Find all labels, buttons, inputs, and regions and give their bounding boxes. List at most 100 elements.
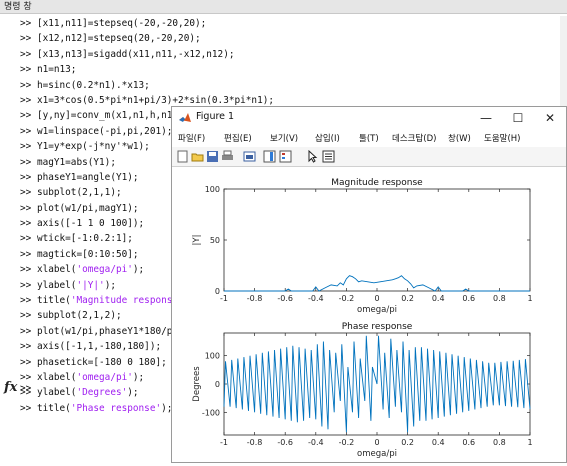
command-prompt-symbol: >>	[20, 125, 32, 137]
command-prompt-symbol: >>	[20, 402, 32, 414]
string-literal: 'omega/pi'	[76, 371, 133, 383]
y-tick-label: 50	[210, 236, 220, 245]
y-tick-label: 0	[215, 287, 220, 296]
command-prompt-symbol: >>	[20, 141, 32, 153]
y-axis-label: Degrees	[192, 366, 202, 402]
open-file-icon[interactable]	[191, 150, 204, 163]
x-tick-label: -0.6	[277, 438, 293, 447]
close-button[interactable]: ✕	[536, 109, 564, 127]
command-prompt-symbol: >>	[20, 218, 32, 230]
command-prompt-symbol: >>	[20, 341, 32, 353]
command-window-title: 명령 창	[0, 0, 567, 14]
x-tick-label: 0.6	[462, 438, 475, 447]
figure-menubar: 파일(F) 편집(E) 보기(V) 삽입(I) 툴(T) 데스크탑(D) 창(W…	[172, 129, 566, 147]
string-literal: '|Y|'	[76, 279, 105, 291]
command-text: x1=3*cos(0.5*pi*n1+pi/3)+2*sin(0.3*pi*n1…	[31, 94, 274, 106]
maximize-button[interactable]: ☐	[504, 109, 532, 127]
command-prompt-symbol: >>	[20, 279, 32, 291]
string-literal: 'Degrees'	[76, 387, 128, 399]
menu-view[interactable]: 보기(V)	[270, 132, 298, 144]
command-prompt-symbol: >>	[20, 325, 32, 337]
y-tick-label: -100	[202, 408, 220, 417]
insert-colorbar-icon[interactable]	[263, 150, 276, 163]
command-prompt-symbol: >>	[20, 187, 32, 199]
command-prompt-symbol: >>	[20, 79, 32, 91]
pointer-icon[interactable]	[306, 150, 319, 163]
x-axis-label: omega/pi	[357, 305, 397, 315]
magnitude-subplot[interactable]: -1 -0.8 -0.6 -0.4 -0.2 0 0.2 0.4 0.6 0.8 1 0 50 100 Ma…	[192, 178, 533, 315]
command-text: wtick=[-1:0.2:1];	[31, 233, 133, 245]
command-prompt-symbol: >>	[20, 356, 32, 368]
command-text: axis([-1,1,-180,180]);	[31, 341, 162, 353]
axes-box	[223, 188, 531, 292]
minimize-button[interactable]: —	[472, 109, 500, 127]
link-plot-icon[interactable]	[243, 150, 256, 163]
fx-icon[interactable]: fx	[4, 380, 17, 395]
matlab-logo-icon	[179, 113, 191, 122]
string-literal: 'Phase response'	[70, 402, 162, 414]
command-prompt-symbol: >>	[20, 18, 32, 29]
command-prompt-symbol: >>	[20, 171, 32, 183]
string-literal: 'Magnitude response'	[70, 295, 184, 307]
command-text: ylabel(	[31, 387, 77, 399]
command-prompt-symbol: >>	[20, 264, 32, 276]
save-icon[interactable]	[206, 150, 219, 163]
command-text: ylabel(	[31, 279, 77, 291]
command-line: >> [x13,n13]=sigadd(x11,n11,-x12,n12);	[20, 47, 560, 62]
menu-window[interactable]: 창(W)	[448, 132, 471, 144]
command-text: n1=n13;	[31, 64, 77, 76]
menu-help[interactable]: 도움말(H)	[484, 132, 520, 144]
phase-subplot[interactable]: -1 -0.8 -0.6 -0.4 -0.2 0 0.2 0.4 0.6 0.8 1 -100 0 100…	[192, 322, 533, 459]
x-tick-label: -0.6	[277, 294, 293, 303]
command-text: title(	[31, 402, 71, 414]
x-tick-label: 0.2	[401, 294, 414, 303]
menu-desktop[interactable]: 데스크탑(D)	[392, 132, 436, 144]
x-tick-label: 0.6	[462, 294, 475, 303]
command-text: h=sinc(0.2*n1).*x13;	[31, 79, 150, 91]
print-icon[interactable]	[221, 150, 234, 163]
command-text: magY1=abs(Y1);	[31, 156, 116, 168]
command-text: Y1=y*exp(-j*ny'*w1);	[31, 141, 150, 153]
command-text: [x13,n13]=sigadd(x11,n11,-x12,n12);	[31, 48, 235, 60]
command-text: subplot(2,1,1);	[31, 187, 122, 199]
x-axis-label: omega/pi	[357, 449, 397, 459]
x-tick-label: -0.2	[339, 294, 355, 303]
x-tick-label: -1	[220, 438, 228, 447]
menu-edit[interactable]: 편집(E)	[224, 132, 252, 144]
command-text: phasetick=[-180 0 180];	[31, 356, 167, 368]
figure-titlebar[interactable]: Figure 1 — ☐ ✕	[172, 107, 566, 129]
command-text: magtick=[0:10:50];	[31, 248, 139, 260]
command-text: xlabel(	[31, 264, 77, 276]
command-text: plot(w1/pi,magY1);	[31, 202, 139, 214]
command-prompt-symbol: >>	[20, 94, 32, 106]
figure-toolbar	[172, 147, 566, 167]
y-tick-label: 0	[215, 380, 220, 389]
command-text: subplot(2,1,2);	[31, 310, 122, 322]
property-inspector-icon[interactable]	[322, 150, 335, 163]
y-tick-label: 100	[205, 185, 220, 194]
command-text: );	[104, 279, 116, 291]
menu-tools[interactable]: 툴(T)	[359, 132, 379, 144]
menu-insert[interactable]: 삽입(I)	[315, 132, 340, 144]
command-prompt-symbol: >>	[20, 33, 32, 45]
y-axis-label: |Y|	[192, 235, 202, 246]
plot-area: -1 -0.8 -0.6 -0.4 -0.2 0 0.2 0.4 0.6 0.8 1 0 50 100 Ma…	[172, 167, 566, 462]
insert-legend-icon[interactable]	[279, 150, 292, 163]
command-text: [x12,n12]=stepseq(20,-20,20);	[31, 33, 201, 45]
x-tick-label: -0.4	[308, 438, 324, 447]
menu-file[interactable]: 파일(F)	[178, 132, 205, 144]
command-text: phaseY1=angle(Y1);	[31, 171, 139, 183]
x-tick-label: 0	[374, 438, 379, 447]
command-prompt-symbol: >>	[20, 48, 32, 60]
x-tick-label: -0.8	[247, 294, 263, 303]
chart-title: Phase response	[342, 322, 413, 332]
new-figure-icon[interactable]	[176, 150, 189, 163]
x-tick-label: 0.4	[432, 294, 445, 303]
x-tick-label: 0.8	[493, 438, 506, 447]
figure-window: Figure 1 — ☐ ✕ 파일(F) 편집(E) 보기(V) 삽입(I) 툴…	[171, 106, 567, 463]
command-prompt[interactable]: >>	[20, 383, 31, 394]
y-tick-label: 100	[205, 352, 220, 361]
command-prompt-symbol: >>	[20, 233, 32, 245]
x-tick-label: -0.8	[247, 438, 263, 447]
command-prompt-symbol: >>	[20, 156, 32, 168]
